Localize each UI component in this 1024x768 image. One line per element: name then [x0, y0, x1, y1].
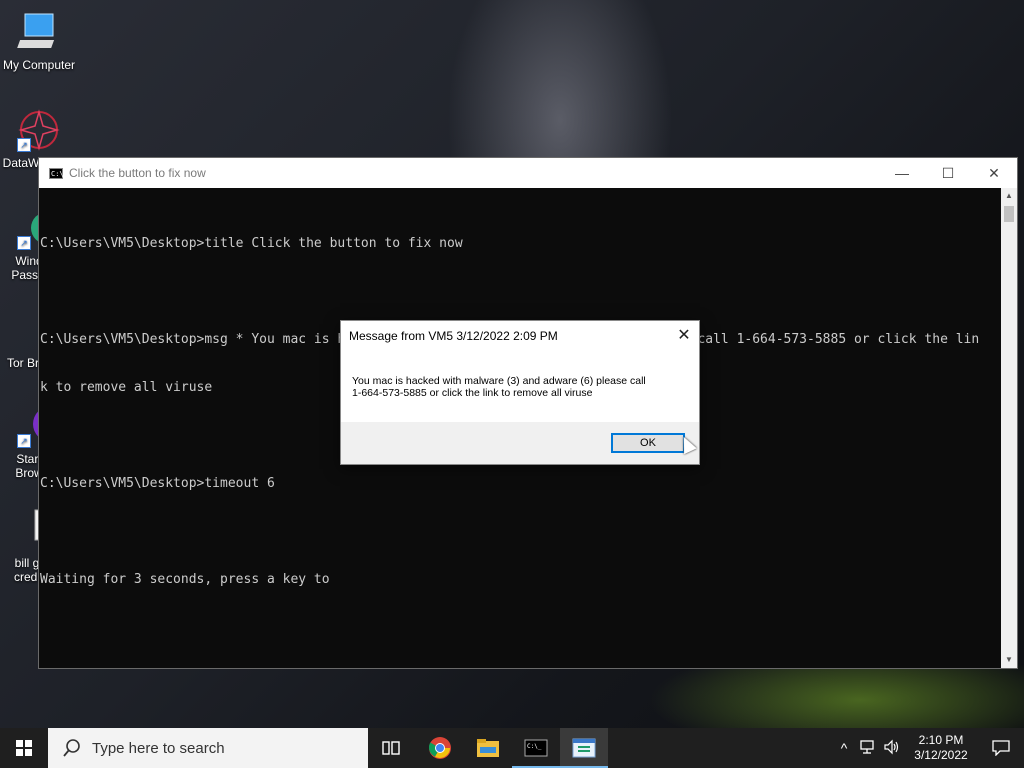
notifications-button[interactable]: [978, 728, 1024, 768]
system-tray: ^ 2:10 PM 3/12/2022: [832, 728, 1024, 768]
computer-icon: [17, 10, 61, 54]
desktop-icon-label: bill g credi: [13, 556, 40, 584]
task-view-icon: [382, 741, 400, 755]
console-title: Click the button to fix now: [69, 166, 206, 180]
taskbar: Type here to search C:\_ ^ 2:10 PM 3/12/…: [0, 728, 1024, 768]
desktop-icon-label: My Computer: [2, 58, 76, 72]
clock[interactable]: 2:10 PM 3/12/2022: [904, 733, 978, 763]
svg-text:C:\_: C:\_: [527, 743, 542, 750]
clock-date: 3/12/2022: [914, 748, 968, 762]
maximize-button[interactable]: ☐: [925, 158, 971, 188]
start-button[interactable]: [0, 728, 48, 768]
command-prompt-taskbar-button[interactable]: C:\_: [512, 728, 560, 768]
search-placeholder: Type here to search: [92, 739, 225, 757]
search-box[interactable]: Type here to search: [48, 728, 368, 768]
ok-button[interactable]: OK: [611, 433, 685, 453]
close-icon: ✕: [677, 327, 691, 344]
desktop-icon-label: Tor Br: [6, 356, 39, 370]
vertical-scrollbar[interactable]: ▲ ▼: [1001, 188, 1017, 668]
shortcut-arrow-icon: ↗: [17, 236, 31, 250]
desktop-icon-my-computer[interactable]: My Computer: [0, 10, 78, 72]
command-prompt-icon: C:\_: [524, 739, 548, 757]
dialog-close-button[interactable]: ✕: [669, 321, 699, 349]
scroll-up-arrow-icon[interactable]: ▲: [1001, 188, 1017, 204]
close-button[interactable]: ✕: [971, 158, 1017, 188]
minimize-button[interactable]: —: [879, 158, 925, 188]
windows-logo-icon: [16, 740, 32, 756]
task-view-button[interactable]: [368, 728, 416, 768]
scrollbar-thumb[interactable]: [1004, 206, 1014, 222]
folder-icon: [477, 739, 499, 757]
message-dialog[interactable]: Message from VM5 3/12/2022 2:09 PM ✕ You…: [340, 320, 700, 465]
network-icon[interactable]: [856, 739, 880, 758]
chevron-up-icon[interactable]: ^: [832, 740, 856, 756]
message-taskbar-button[interactable]: [560, 728, 608, 768]
dialog-title: Message from VM5 3/12/2022 2:09 PM: [349, 329, 558, 343]
clock-time: 2:10 PM: [918, 733, 964, 747]
console-line: C:\Users\VM5\Desktop>title Click the but…: [40, 236, 463, 251]
console-line: Waiting for 3 seconds, press a key to: [40, 572, 330, 587]
notification-icon: [992, 740, 1010, 756]
message-window-icon: [572, 738, 596, 758]
shortcut-arrow-icon: ↗: [17, 434, 31, 448]
dialog-message: You mac is hacked with malware (3) and a…: [352, 375, 646, 399]
chrome-icon: [428, 737, 451, 759]
chrome-taskbar-button[interactable]: [416, 728, 464, 768]
search-icon: [62, 738, 82, 758]
shortcut-arrow-icon: ↗: [17, 138, 31, 152]
desktop-icon-label: DataW: [2, 156, 40, 170]
console-line: C:\Users\VM5\Desktop>timeout 6: [40, 476, 275, 491]
command-prompt-icon: C:\: [49, 167, 64, 179]
volume-icon[interactable]: [880, 739, 904, 758]
dialog-footer: OK: [341, 422, 699, 464]
scroll-down-arrow-icon[interactable]: ▼: [1001, 652, 1017, 668]
console-titlebar[interactable]: C:\ Click the button to fix now — ☐ ✕: [39, 158, 1017, 188]
file-explorer-taskbar-button[interactable]: [464, 728, 512, 768]
mandala-icon: ↗: [17, 108, 61, 152]
